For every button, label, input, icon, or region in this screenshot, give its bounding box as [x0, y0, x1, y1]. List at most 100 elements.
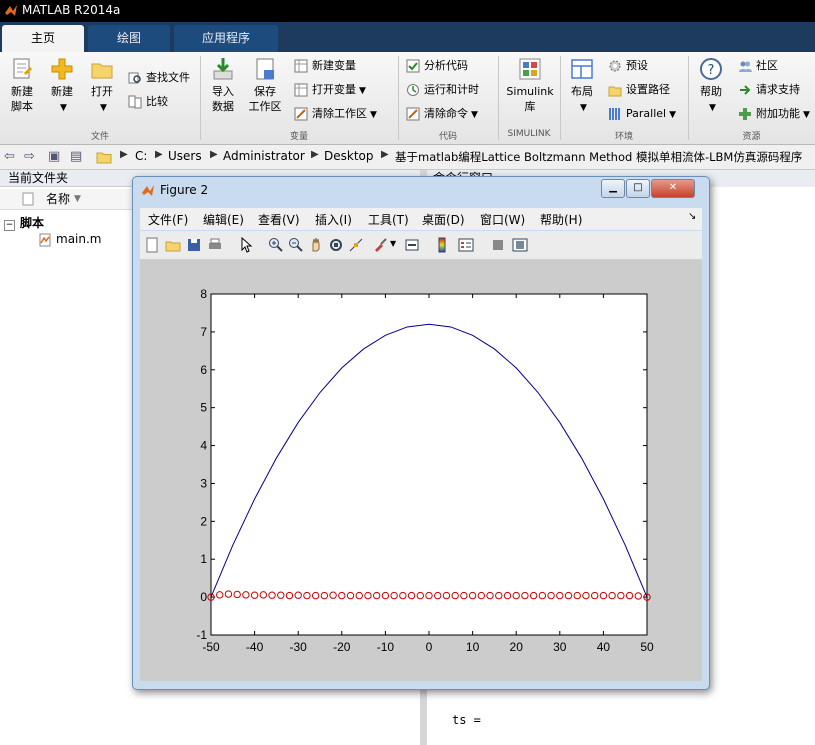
zoom-in-icon[interactable]	[268, 237, 284, 253]
figure-window[interactable]: Figure 2 ▁ □ ✕ 文件(F) 编辑(E) 查看(V) 插入(I) 工…	[132, 176, 710, 690]
colorbar-icon[interactable]	[434, 237, 450, 253]
crumb-project-folder[interactable]: 基于matlab编程Lattice Boltzmann Method 模拟单相流…	[395, 149, 802, 165]
compare-icon	[128, 95, 142, 109]
new-variable-label: 新建变量	[312, 59, 356, 72]
y-tick-label: 5	[200, 401, 207, 415]
group-divider	[560, 56, 561, 140]
find-files-button[interactable]: 查找文件	[128, 68, 190, 88]
save-workspace-button[interactable]: 保存 工作区	[246, 56, 284, 114]
y-tick-label: 2	[200, 514, 207, 528]
analyze-code-label: 分析代码	[424, 59, 468, 72]
run-and-time-button[interactable]: 运行和计时	[406, 80, 479, 100]
menu-view[interactable]: 查看(V)	[258, 211, 300, 228]
open-variable-button[interactable]: 打开变量 ▼	[294, 80, 366, 100]
simulink-library-icon	[519, 58, 541, 80]
y-tick-label: 4	[200, 439, 207, 453]
pan-icon[interactable]	[308, 237, 324, 253]
simulink-library-button[interactable]: Simulink 库	[503, 56, 557, 114]
import-data-label: 导入 数据	[212, 85, 234, 113]
crumb-separator: ▶	[210, 149, 218, 160]
print-icon[interactable]	[207, 237, 223, 253]
community-button[interactable]: 社区	[738, 56, 778, 76]
x-tick-label: 10	[466, 640, 480, 654]
set-path-button[interactable]: 设置路径	[608, 80, 670, 100]
crumb-drive[interactable]: C:	[135, 149, 147, 163]
open-button[interactable]: 打开 ▼	[86, 56, 118, 116]
minimize-button[interactable]: ▁	[601, 179, 625, 198]
brush-icon[interactable]	[372, 237, 388, 253]
tab-plots[interactable]: 绘图	[88, 25, 170, 52]
chevron-down-icon: ▼	[580, 103, 587, 113]
import-data-button[interactable]: 导入 数据	[206, 56, 240, 114]
analyze-code-icon	[406, 59, 420, 73]
analyze-code-button[interactable]: 分析代码	[406, 56, 468, 76]
chevron-down-icon: ▼	[370, 110, 377, 120]
show-plot-tools-icon[interactable]	[512, 237, 528, 253]
support-icon	[740, 85, 751, 95]
sort-desc-icon: ▼	[74, 194, 81, 204]
y-tick-label: 6	[200, 363, 207, 377]
data-cursor-icon[interactable]	[348, 237, 364, 253]
new-figure-icon[interactable]	[144, 237, 160, 253]
menu-edit[interactable]: 编辑(E)	[203, 211, 244, 228]
open-label: 打开	[91, 85, 113, 98]
close-button[interactable]: ✕	[651, 179, 695, 198]
crumb-desktop[interactable]: Desktop	[324, 149, 374, 163]
crumb-users[interactable]: Users	[168, 149, 202, 163]
tree-group-scripts[interactable]: − 脚本	[4, 214, 44, 231]
variable-group-label: 变量	[289, 132, 308, 142]
new-label: 新建	[51, 85, 73, 98]
crumb-separator: ▶	[381, 149, 389, 160]
forward-arrow-icon[interactable]: ⇨	[24, 149, 35, 164]
layout-button[interactable]: 布局 ▼	[566, 56, 598, 116]
zoom-out-icon[interactable]	[288, 237, 304, 253]
plus-icon	[51, 58, 73, 80]
tab-home[interactable]: 主页	[2, 25, 84, 52]
menu-tools[interactable]: 工具(T)	[368, 211, 409, 228]
y-tick-label: 3	[200, 476, 207, 490]
addons-button[interactable]: 附加功能 ▼	[738, 104, 810, 124]
crumb-administrator[interactable]: Administrator	[223, 149, 305, 163]
request-support-button[interactable]: 请求支持	[738, 80, 800, 100]
hide-plot-tools-icon[interactable]	[490, 237, 506, 253]
dock-arrow-icon[interactable]: ↘	[688, 211, 696, 222]
y-tick-label: 1	[200, 552, 207, 566]
new-script-button[interactable]: 新建 脚本	[6, 56, 38, 114]
new-button[interactable]: 新建 ▼	[44, 56, 80, 116]
community-icon	[739, 61, 752, 72]
help-icon: ?	[700, 58, 722, 80]
clear-commands-button[interactable]: 清除命令 ▼	[406, 104, 478, 124]
browse-folder-icon[interactable]: ▤	[70, 149, 82, 164]
menu-help[interactable]: 帮助(H)	[540, 211, 582, 228]
minimize-icon: ▁	[609, 182, 617, 193]
app-title-bar: MATLAB R2014a	[0, 0, 815, 22]
pointer-icon[interactable]	[238, 237, 254, 253]
menu-window[interactable]: 窗口(W)	[480, 211, 525, 228]
new-variable-button[interactable]: 新建变量	[294, 56, 356, 76]
figure-title: Figure 2	[160, 183, 209, 197]
maximize-button[interactable]: □	[626, 179, 650, 198]
compare-button[interactable]: 比较	[128, 92, 168, 112]
link-icon[interactable]	[404, 237, 420, 253]
tab-apps[interactable]: 应用程序	[174, 25, 278, 52]
menu-desktop[interactable]: 桌面(D)	[422, 211, 465, 228]
preferences-button[interactable]: 预设	[608, 56, 648, 76]
chevron-down-icon[interactable]: ▼	[390, 239, 396, 248]
simulink-group-label: SIMULINK	[507, 129, 551, 139]
list-item[interactable]: main.m	[38, 232, 102, 247]
up-folder-icon[interactable]: ▣	[48, 149, 60, 164]
plot-area[interactable]: -50 -40 -30 -20 -10 0 10 20 30 40 50-1012345678	[140, 260, 702, 681]
group-divider	[688, 56, 689, 140]
rotate-icon[interactable]	[328, 237, 344, 253]
collapse-icon[interactable]: −	[4, 220, 15, 231]
legend-icon[interactable]	[458, 237, 474, 253]
x-tick-label: 20	[510, 640, 524, 654]
help-button[interactable]: ? 帮助 ▼	[694, 56, 728, 116]
save-icon[interactable]	[186, 237, 202, 253]
parallel-button[interactable]: Parallel ▼	[608, 104, 676, 124]
clear-workspace-button[interactable]: 清除工作区 ▼	[294, 104, 377, 124]
back-arrow-icon[interactable]: ⇦	[4, 149, 15, 164]
menu-file[interactable]: 文件(F)	[148, 211, 188, 228]
menu-insert[interactable]: 插入(I)	[315, 211, 352, 228]
open-icon[interactable]	[165, 237, 181, 253]
